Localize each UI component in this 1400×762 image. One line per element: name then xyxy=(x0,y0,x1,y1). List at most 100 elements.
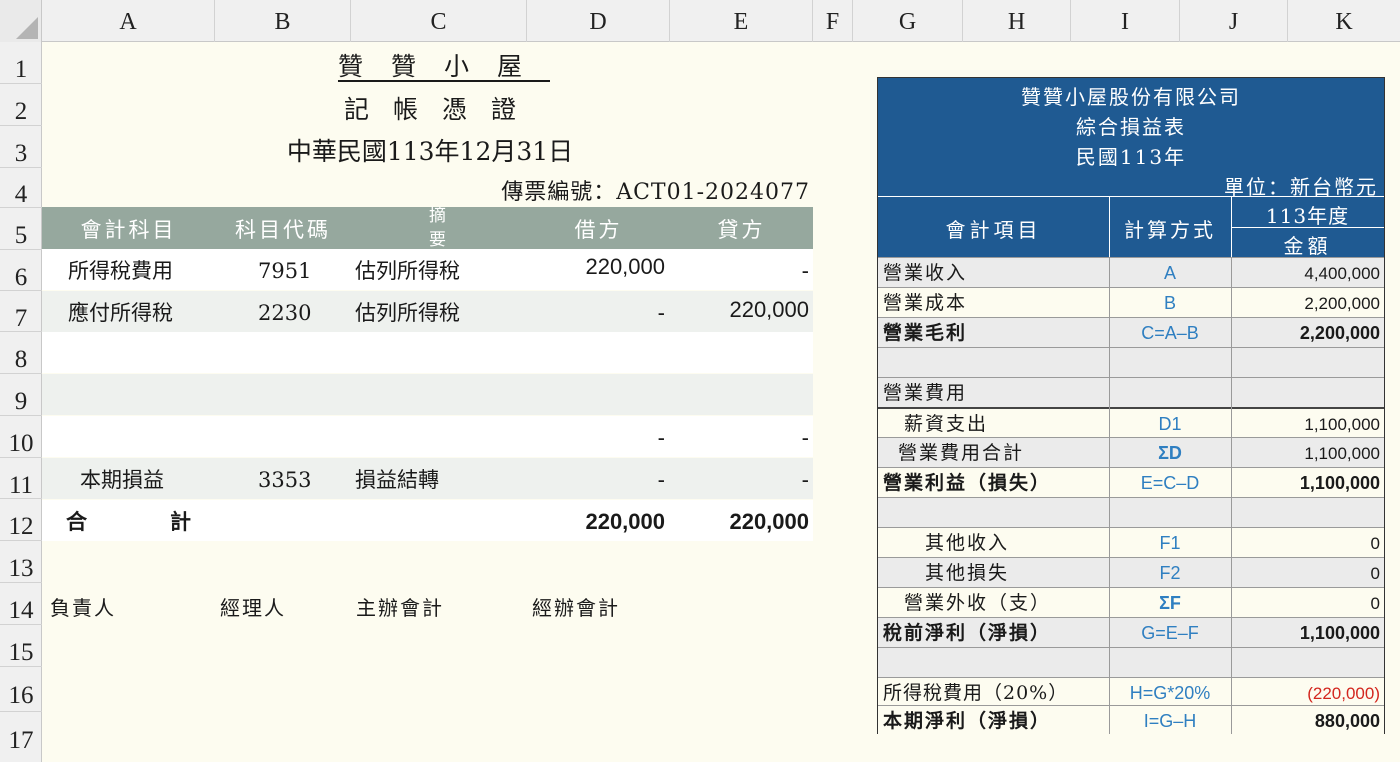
line-formula[interactable]: ΣF xyxy=(1109,588,1231,617)
line-formula[interactable]: A xyxy=(1109,258,1231,287)
line-amount[interactable]: 1,100,000 xyxy=(1300,618,1380,647)
line-formula[interactable]: F2 xyxy=(1109,558,1231,587)
row-header-12[interactable]: 12 xyxy=(0,499,42,541)
column-divider xyxy=(1109,257,1110,734)
line-amount[interactable]: 0 xyxy=(1371,588,1380,617)
row-debit[interactable]: 220,000 xyxy=(585,245,665,286)
row-header-15[interactable]: 15 xyxy=(0,625,42,667)
row-header-8[interactable]: 8 xyxy=(0,332,42,374)
line-amount[interactable]: 2,200,000 xyxy=(1304,288,1380,317)
total-credit[interactable]: 220,000 xyxy=(729,500,809,541)
line-amount[interactable]: 880,000 xyxy=(1315,706,1380,735)
line-item[interactable]: 營業成本 xyxy=(883,288,967,317)
col-amount: 金額 xyxy=(1283,234,1332,258)
column-header-f[interactable]: F xyxy=(813,0,853,42)
row-code[interactable]: 2230 xyxy=(258,291,311,332)
column-header-i[interactable]: I xyxy=(1071,0,1180,42)
row-summary[interactable]: 損益結轉 xyxy=(355,458,439,499)
column-header-g[interactable]: G xyxy=(853,0,963,42)
row-summary[interactable]: 估列所得稅 xyxy=(355,291,460,332)
line-item[interactable]: 營業利益（損失） xyxy=(883,468,1051,497)
row-header-3[interactable]: 3 xyxy=(0,126,42,168)
line-amount[interactable]: (220,000) xyxy=(1307,678,1380,707)
column-header-h[interactable]: H xyxy=(963,0,1071,42)
line-item[interactable]: 所得稅費用（20%） xyxy=(883,678,1068,707)
line-formula[interactable]: H=G*20% xyxy=(1109,678,1231,707)
column-header-j[interactable]: J xyxy=(1180,0,1288,42)
line-formula[interactable]: B xyxy=(1109,288,1231,317)
voucher-table-header: 會計科目 科目代碼 摘 要 借方 貸方 xyxy=(42,207,813,249)
row-account[interactable]: 所得稅費用 xyxy=(68,249,173,290)
voucher-row xyxy=(42,332,813,373)
voucher-row xyxy=(42,374,813,415)
row-header-7[interactable]: 7 xyxy=(0,291,42,332)
row-credit[interactable]: - xyxy=(802,458,809,499)
header-account: 會計科目 xyxy=(80,218,177,242)
row-credit[interactable]: - xyxy=(802,416,809,457)
line-item[interactable]: 其他損失 xyxy=(883,558,1009,587)
line-formula[interactable]: E=C–D xyxy=(1109,468,1231,497)
column-header-d[interactable]: D xyxy=(527,0,670,42)
row-header-13[interactable]: 13 xyxy=(0,541,42,583)
line-formula[interactable]: F1 xyxy=(1109,528,1231,557)
line-amount[interactable]: 1,100,000 xyxy=(1300,468,1380,497)
row-debit[interactable]: - xyxy=(658,458,665,499)
select-all-corner[interactable] xyxy=(0,0,42,42)
col-year: 113年度 xyxy=(1265,204,1350,228)
total-debit[interactable]: 220,000 xyxy=(585,500,665,541)
row-debit[interactable]: - xyxy=(658,291,665,332)
line-item[interactable]: 營業費用合計 xyxy=(898,438,1024,467)
row-code[interactable]: 3353 xyxy=(258,458,311,499)
row-header-1[interactable]: 1 xyxy=(0,42,42,84)
line-amount[interactable]: 2,200,000 xyxy=(1300,318,1380,347)
row-header-14[interactable]: 14 xyxy=(0,583,42,625)
line-formula[interactable]: G=E–F xyxy=(1109,618,1231,647)
line-item[interactable]: 營業毛利 xyxy=(883,318,967,347)
row-header-17[interactable]: 17 xyxy=(0,712,42,762)
column-header-e[interactable]: E xyxy=(670,0,813,42)
line-formula[interactable]: ΣD xyxy=(1109,438,1231,467)
line-formula[interactable]: D1 xyxy=(1109,409,1231,438)
voucher-title: 贊贊小屋 xyxy=(300,47,560,83)
line-item[interactable]: 本期淨利（淨損） xyxy=(883,706,1051,735)
row-account[interactable]: 本期損益 xyxy=(80,458,164,499)
row-summary[interactable]: 估列所得稅 xyxy=(355,249,460,290)
line-formula[interactable]: C=A–B xyxy=(1109,318,1231,347)
line-item[interactable]: 營業費用 xyxy=(883,378,967,407)
row-header-11[interactable]: 11 xyxy=(0,458,42,499)
header-summary-bottom: 要 xyxy=(429,230,449,250)
row-credit[interactable]: - xyxy=(802,249,809,290)
line-item[interactable]: 營業外收（支） xyxy=(883,588,1051,617)
column-header-b[interactable]: B xyxy=(215,0,351,42)
line-amount[interactable]: 0 xyxy=(1371,528,1380,557)
row-account[interactable]: 應付所得稅 xyxy=(68,291,173,332)
row-credit[interactable]: 220,000 xyxy=(729,288,809,329)
signature-manager: 經理人 xyxy=(220,596,286,620)
statement-line: 薪資支出 D1 1,100,000 xyxy=(878,407,1384,437)
row-code[interactable]: 7951 xyxy=(258,249,311,290)
column-header-k[interactable]: K xyxy=(1288,0,1400,42)
row-header-10[interactable]: 10 xyxy=(0,416,42,458)
row-header-5[interactable]: 5 xyxy=(0,208,42,250)
total-label-right: 計 xyxy=(170,509,191,534)
row-debit[interactable]: - xyxy=(658,416,665,457)
row-header-9[interactable]: 9 xyxy=(0,374,42,416)
column-header-a[interactable]: A xyxy=(42,0,215,42)
line-item[interactable]: 稅前淨利（淨損） xyxy=(883,618,1051,647)
line-item[interactable]: 其他收入 xyxy=(883,528,1009,557)
line-item[interactable]: 薪資支出 xyxy=(883,409,988,438)
line-amount[interactable]: 1,100,000 xyxy=(1304,409,1380,438)
statement-line: 稅前淨利（淨損） G=E–F 1,100,000 xyxy=(878,617,1384,647)
row-header-2[interactable]: 2 xyxy=(0,84,42,126)
line-amount[interactable]: 1,100,000 xyxy=(1304,438,1380,467)
row-header-4[interactable]: 4 xyxy=(0,168,42,208)
row-header-16[interactable]: 16 xyxy=(0,667,42,712)
column-header-c[interactable]: C xyxy=(351,0,527,42)
line-amount[interactable]: 4,400,000 xyxy=(1304,258,1380,287)
row-header-6[interactable]: 6 xyxy=(0,250,42,291)
line-item[interactable]: 營業收入 xyxy=(883,258,967,287)
statement-line: 營業毛利 C=A–B 2,200,000 xyxy=(878,317,1384,347)
line-formula[interactable]: I=G–H xyxy=(1109,706,1231,735)
divider xyxy=(1231,227,1384,228)
line-amount[interactable]: 0 xyxy=(1371,558,1380,587)
